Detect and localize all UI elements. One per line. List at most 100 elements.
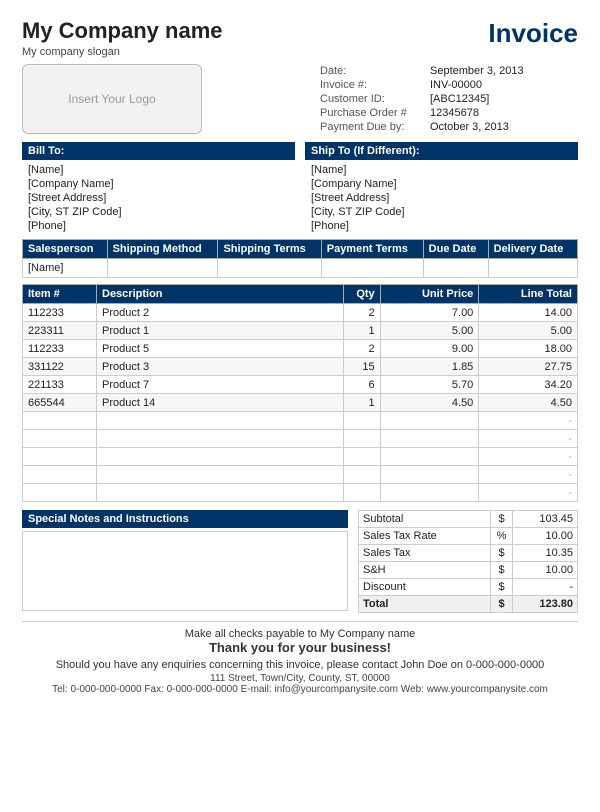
empty-cell <box>380 430 479 448</box>
total-label: Sales Tax Rate <box>359 528 491 545</box>
empty-cell <box>97 466 344 484</box>
empty-cell: - <box>479 466 578 484</box>
empty-cell <box>380 448 479 466</box>
item-cell: 14.00 <box>479 304 578 322</box>
item-cell: Product 2 <box>97 304 344 322</box>
empty-cell <box>343 484 380 502</box>
shipping-header: SalespersonShipping MethodShipping Terms… <box>23 240 578 259</box>
thank-you: Thank you for your business! <box>22 640 578 655</box>
table-row: 112233Product 227.0014.00 <box>23 304 578 322</box>
item-cell: 18.00 <box>479 340 578 358</box>
empty-cell <box>343 448 380 466</box>
total-symbol: $ <box>491 545 513 562</box>
customer-value: [ABC12345] <box>428 92 578 106</box>
company-name: My Company name <box>22 18 223 44</box>
item-cell: 7.00 <box>380 304 479 322</box>
shipping-col-header: Payment Terms <box>321 240 423 259</box>
col-item: Item # <box>23 285 97 304</box>
col-unit: Unit Price <box>380 285 479 304</box>
empty-cell: - <box>479 430 578 448</box>
bill-to-line-2: [Street Address] <box>22 191 295 205</box>
item-cell: 331122 <box>23 358 97 376</box>
item-cell: Product 5 <box>97 340 344 358</box>
item-cell: 5.00 <box>380 322 479 340</box>
empty-cell <box>97 412 344 430</box>
empty-cell: - <box>479 484 578 502</box>
invoice-title: Invoice <box>488 18 578 49</box>
bill-to-line-1: [Company Name] <box>22 177 295 191</box>
table-row: - <box>23 484 578 502</box>
total-value: 10.00 <box>513 528 578 545</box>
col-desc: Description <box>97 285 344 304</box>
invoice-meta: Date: September 3, 2013 Invoice #: INV-0… <box>318 64 578 134</box>
item-cell: 223311 <box>23 322 97 340</box>
item-cell: 15 <box>343 358 380 376</box>
bottom-section: Special Notes and Instructions Subtotal$… <box>22 510 578 613</box>
total-symbol: $ <box>491 596 513 613</box>
table-row: 112233Product 529.0018.00 <box>23 340 578 358</box>
shipping-table: SalespersonShipping MethodShipping Terms… <box>22 239 578 278</box>
item-cell: 4.50 <box>479 394 578 412</box>
notes-box: Special Notes and Instructions <box>22 510 348 613</box>
empty-cell <box>97 448 344 466</box>
empty-cell <box>380 412 479 430</box>
shipping-col-header: Shipping Terms <box>218 240 321 259</box>
item-cell: 665544 <box>23 394 97 412</box>
bill-to-box: Bill To: [Name] [Company Name] [Street A… <box>22 142 295 233</box>
enquiries-line: Should you have any enquiries concerning… <box>22 659 578 671</box>
shipping-cell <box>488 259 577 278</box>
empty-cell: - <box>479 412 578 430</box>
ship-to-line-3: [City, ST ZIP Code] <box>305 205 578 219</box>
item-cell: 9.00 <box>380 340 479 358</box>
empty-cell <box>23 412 97 430</box>
footer: Make all checks payable to My Company na… <box>22 621 578 695</box>
item-cell: 112233 <box>23 340 97 358</box>
customer-label: Customer ID: <box>318 92 428 106</box>
date-value: September 3, 2013 <box>428 64 578 78</box>
empty-cell: - <box>479 448 578 466</box>
item-cell: 1 <box>343 322 380 340</box>
shipping-cell: [Name] <box>23 259 108 278</box>
po-value: 12345678 <box>428 106 578 120</box>
logo-placeholder: Insert Your Logo <box>22 64 202 134</box>
empty-cell <box>380 484 479 502</box>
shipping-cell <box>423 259 488 278</box>
total-symbol: % <box>491 528 513 545</box>
footer-address: 111 Street, Town/City, County, ST, 00000 <box>22 673 578 684</box>
item-cell: 5.00 <box>479 322 578 340</box>
item-cell: 2 <box>343 340 380 358</box>
item-cell: 27.75 <box>479 358 578 376</box>
items-table: Item # Description Qty Unit Price Line T… <box>22 284 578 502</box>
item-cell: 1 <box>343 394 380 412</box>
empty-cell <box>343 466 380 484</box>
shipping-cell <box>321 259 423 278</box>
header: My Company name My company slogan Invoic… <box>22 18 578 58</box>
empty-cell <box>343 412 380 430</box>
item-cell: 221133 <box>23 376 97 394</box>
item-cell: Product 7 <box>97 376 344 394</box>
items-body: 112233Product 227.0014.00223311Product 1… <box>23 304 578 502</box>
bill-to-line-3: [City, ST ZIP Code] <box>22 205 295 219</box>
total-row: Subtotal$103.45 <box>359 511 578 528</box>
item-cell: 1.85 <box>380 358 479 376</box>
col-total: Line Total <box>479 285 578 304</box>
total-symbol: $ <box>491 511 513 528</box>
invoice-label: Invoice #: <box>318 78 428 92</box>
total-row: Total$123.80 <box>359 596 578 613</box>
address-section: Bill To: [Name] [Company Name] [Street A… <box>22 142 578 233</box>
total-symbol: $ <box>491 579 513 596</box>
total-value: 103.45 <box>513 511 578 528</box>
item-cell: 34.20 <box>479 376 578 394</box>
table-row: 665544Product 1414.504.50 <box>23 394 578 412</box>
items-header: Item # Description Qty Unit Price Line T… <box>23 285 578 304</box>
top-section: Insert Your Logo Date: September 3, 2013… <box>22 64 578 134</box>
date-label: Date: <box>318 64 428 78</box>
footer-contact: Tel: 0-000-000-0000 Fax: 0-000-000-0000 … <box>22 684 578 695</box>
ship-to-line-1: [Company Name] <box>305 177 578 191</box>
total-label: Discount <box>359 579 491 596</box>
item-cell: 2 <box>343 304 380 322</box>
total-row: S&H$10.00 <box>359 562 578 579</box>
invoice-value: INV-00000 <box>428 78 578 92</box>
shipping-col-header: Shipping Method <box>107 240 218 259</box>
empty-cell <box>97 484 344 502</box>
